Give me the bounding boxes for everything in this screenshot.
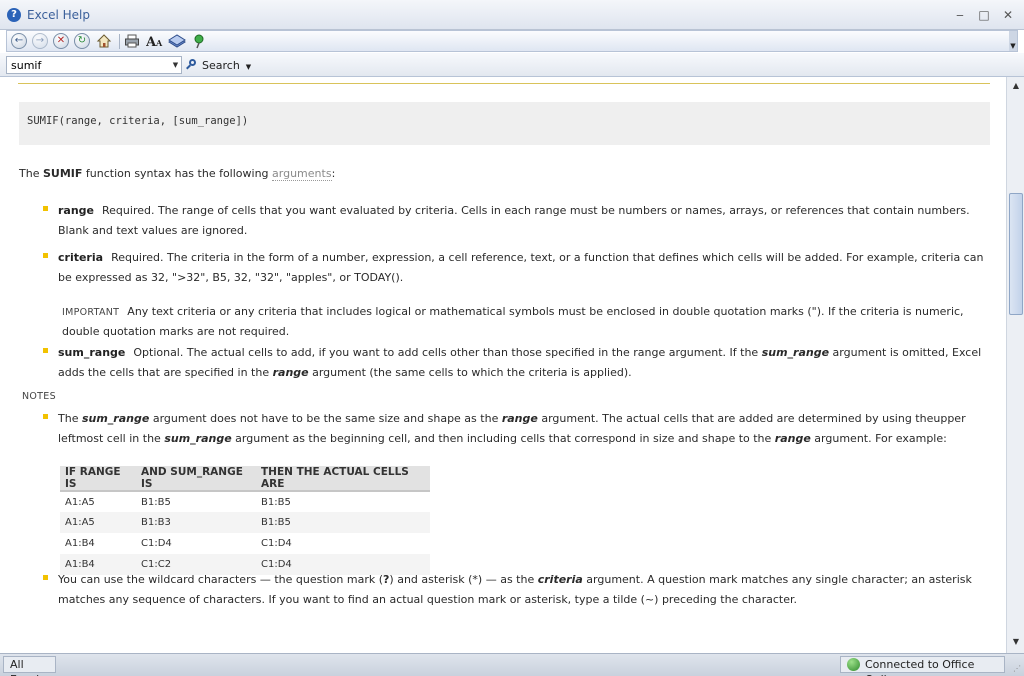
help-article: SUMIF(range, criteria, [sum_range]) The …: [0, 77, 1006, 653]
table-cell: C1:D4: [141, 538, 172, 549]
argument-term: range: [58, 204, 95, 217]
minimize-button[interactable]: ‒: [950, 7, 970, 23]
bullet-marker: [43, 414, 48, 419]
search-bar: ▼ Search ▼: [0, 53, 1024, 77]
example-table: IF RANGE IS AND SUM_RANGE IS THEN THE AC…: [60, 466, 430, 575]
search-icon: [186, 59, 198, 71]
table-row: A1:A5 B1:B3 B1:B5: [60, 512, 430, 533]
column-header: AND SUM_RANGE IS: [136, 466, 256, 492]
scroll-up-icon[interactable]: ▲: [1009, 79, 1023, 93]
table-row: A1:B4 C1:D4 C1:D4: [60, 533, 430, 554]
scrollbar-thumb[interactable]: [1009, 193, 1023, 315]
function-name: SUMIF: [42, 167, 83, 180]
table-cell: C1:D4: [261, 538, 292, 549]
note-wildcards: You can use the wildcard characters — th…: [58, 573, 972, 606]
forward-icon[interactable]: →: [32, 33, 48, 49]
argument-term: sum_range: [58, 346, 126, 359]
important-note: IMPORTANT Any text criteria or any criter…: [62, 305, 964, 338]
close-button[interactable]: ✕: [998, 7, 1018, 23]
help-icon: ?: [7, 8, 21, 22]
refresh-icon[interactable]: ↻: [74, 33, 90, 49]
search-button-label: Search: [202, 59, 240, 72]
search-input[interactable]: [6, 56, 182, 74]
table-cell: B1:B3: [136, 512, 256, 533]
bullet-marker: [43, 575, 48, 580]
important-label: IMPORTANT: [62, 307, 120, 318]
notes-heading: NOTES: [22, 391, 56, 402]
connection-status[interactable]: Connected to Office Online: [840, 656, 1005, 676]
stop-icon[interactable]: ✕: [53, 33, 69, 49]
scroll-down-icon[interactable]: ▼: [1009, 635, 1023, 649]
search-button[interactable]: Search ▼: [186, 57, 251, 74]
chevron-down-icon: ▼: [245, 63, 252, 71]
argument-sum-range: sum_range Optional. The actual cells to a…: [58, 346, 982, 379]
table-cell: B1:B5: [256, 512, 430, 533]
connection-status-label: Connected to Office Online: [865, 658, 975, 676]
toolbar-overflow-button[interactable]: ▼: [1009, 31, 1017, 51]
keep-on-top-icon[interactable]: [192, 33, 208, 49]
table-cell: A1:A5: [65, 496, 95, 508]
syntax-code: SUMIF(range, criteria, [sum_range]): [27, 115, 249, 127]
globe-icon: [847, 658, 860, 671]
note-sum-range-size: The sum_range argument does not have to …: [58, 412, 966, 445]
back-icon[interactable]: ←: [11, 33, 27, 49]
table-of-contents-icon[interactable]: [168, 33, 186, 49]
bullet-marker: [43, 348, 48, 353]
argument-criteria: criteria Required. The criteria in the fo…: [58, 251, 984, 284]
table-cell: A1:A5: [60, 512, 136, 533]
argument-range: range Required. The range of cells that y…: [58, 204, 970, 237]
status-bar: All Excel Connected to Office Online ⋰: [0, 653, 1024, 676]
bullet-marker: [43, 206, 48, 211]
toolbar: ← → ✕ ↻ AA ▼: [6, 30, 1018, 52]
title-bar: ? Excel Help ‒ □ ✕: [0, 0, 1024, 30]
bullet-marker: [43, 253, 48, 258]
text-size-icon[interactable]: AA: [145, 33, 163, 50]
section-divider: [18, 83, 990, 84]
syntax-intro: The SUMIF function syntax has the follow…: [19, 167, 336, 181]
argument-term: criteria: [58, 251, 104, 264]
column-header: IF RANGE IS: [60, 466, 136, 492]
table-row: A1:A5 B1:B5 B1:B5: [60, 491, 430, 512]
maximize-button[interactable]: □: [974, 7, 994, 23]
print-icon[interactable]: [124, 33, 140, 49]
home-icon[interactable]: [96, 33, 112, 49]
table-cell: A1:B4: [65, 538, 95, 549]
svg-text:A: A: [155, 38, 163, 48]
window-title: Excel Help: [27, 8, 90, 22]
table-cell: B1:B5: [141, 496, 171, 508]
table-cell: B1:B5: [261, 496, 291, 508]
toolbar-separator: [119, 34, 120, 49]
arguments-link[interactable]: arguments: [272, 167, 332, 181]
table-header-row: IF RANGE IS AND SUM_RANGE IS THEN THE AC…: [60, 466, 430, 492]
scope-button[interactable]: All Excel: [3, 656, 56, 676]
resize-grip-icon[interactable]: ⋰: [1013, 664, 1021, 673]
syntax-box: SUMIF(range, criteria, [sum_range]): [19, 102, 990, 145]
search-scope-dropdown-icon[interactable]: ▼: [170, 58, 181, 73]
column-header: THEN THE ACTUAL CELLS ARE: [256, 466, 430, 492]
vertical-scrollbar[interactable]: ▲ ▼: [1006, 77, 1024, 653]
